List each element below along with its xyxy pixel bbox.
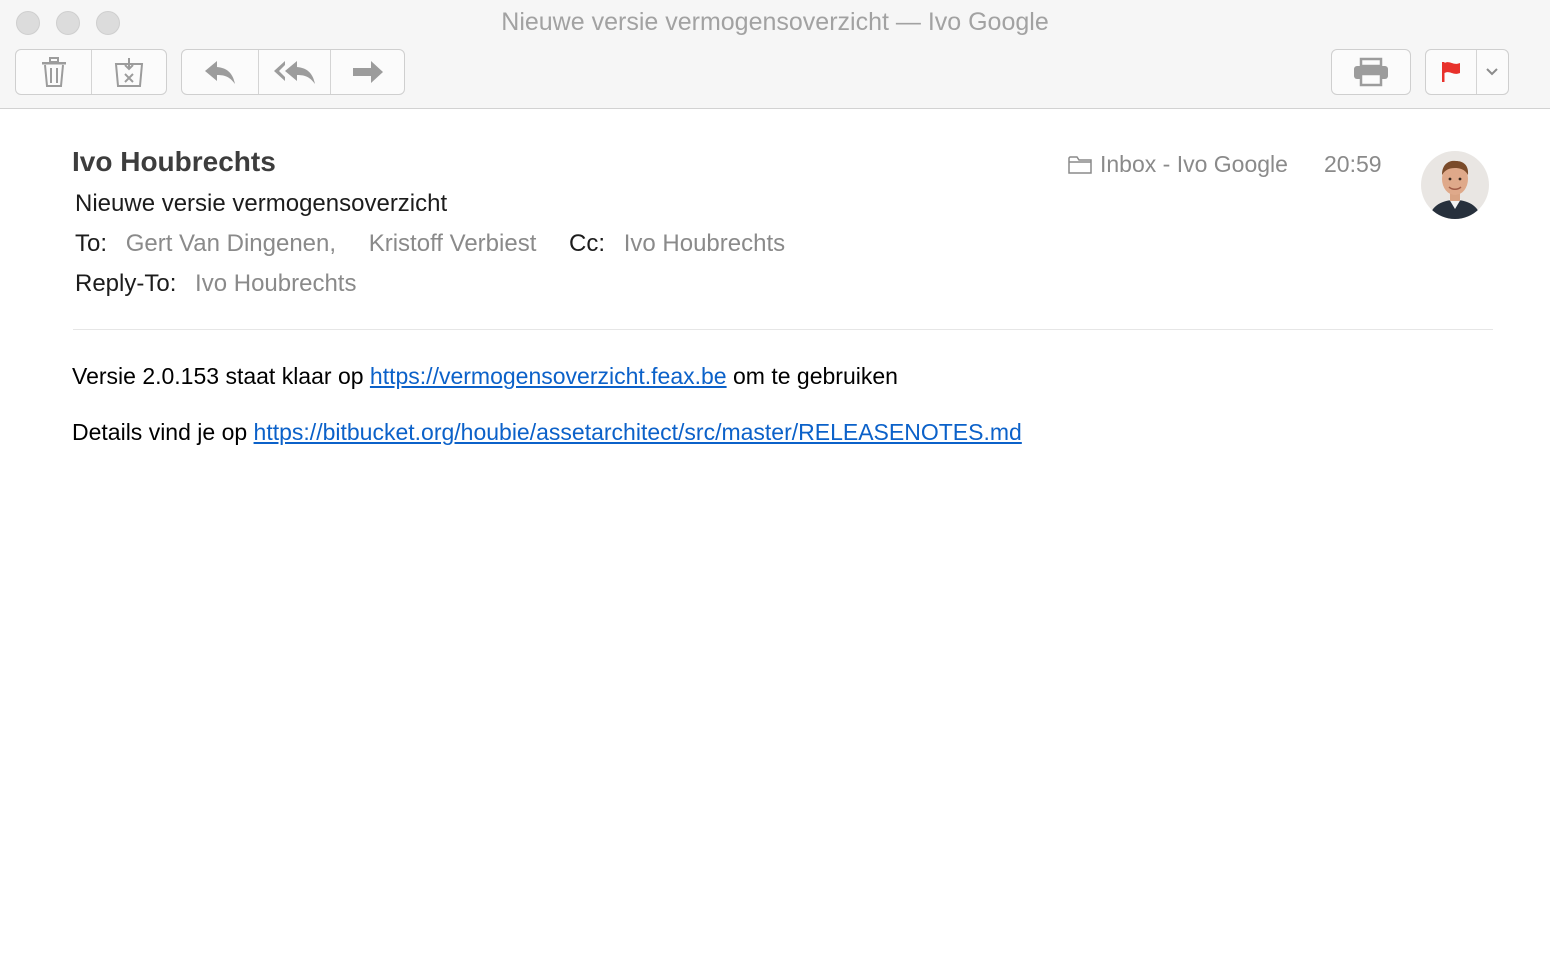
- reply-to-row: Reply-To: Ivo Houbrechts: [75, 270, 356, 298]
- recipients-row: To: Gert Van Dingenen, Kristoff Verbiest…: [75, 230, 785, 258]
- to-label: To:: [75, 230, 108, 257]
- sender-name[interactable]: Ivo Houbrechts: [72, 146, 276, 178]
- junk-button[interactable]: [92, 50, 166, 94]
- reply-button[interactable]: [182, 50, 259, 94]
- trash-icon: [41, 57, 66, 87]
- folder-icon: [1068, 156, 1092, 174]
- window-title: Nieuwe versie vermogensoverzicht — Ivo G…: [501, 8, 1049, 36]
- mailbox-indicator[interactable]: Inbox - Ivo Google: [1068, 151, 1288, 178]
- body-text: Details vind je op: [72, 419, 254, 445]
- reply-to-label: Reply-To:: [75, 270, 177, 297]
- header-divider: [73, 329, 1493, 330]
- delete-junk-group: [15, 49, 167, 95]
- reply-group: [181, 49, 405, 95]
- release-notes-link[interactable]: https://bitbucket.org/houbie/assetarchit…: [254, 419, 1022, 445]
- message-subject: Nieuwe versie vermogensoverzicht: [75, 190, 448, 217]
- to-recipient[interactable]: Gert Van Dingenen,: [126, 230, 336, 257]
- flag-icon: [1441, 62, 1460, 82]
- to-recipient[interactable]: Kristoff Verbiest: [369, 230, 537, 257]
- flag-menu-button[interactable]: [1477, 50, 1508, 94]
- reply-all-button[interactable]: [259, 50, 331, 94]
- forward-icon: [352, 61, 383, 83]
- cc-recipient[interactable]: Ivo Houbrechts: [624, 230, 785, 257]
- app-link[interactable]: https://vermogensoverzicht.feax.be: [370, 363, 727, 389]
- body-line-version: Versie 2.0.153 staat klaar op https://ve…: [72, 363, 898, 390]
- flag-group: [1425, 49, 1509, 95]
- reply-all-icon: [273, 61, 315, 84]
- mailbox-name: Inbox - Ivo Google: [1100, 151, 1288, 177]
- body-text: Versie 2.0.153 staat klaar op: [72, 363, 370, 389]
- reply-icon: [205, 61, 235, 84]
- cc-label: Cc:: [569, 230, 606, 257]
- body-text: om te gebruiken: [726, 363, 898, 389]
- body-line-details: Details vind je op https://bitbucket.org…: [72, 419, 1022, 446]
- print-button[interactable]: [1332, 50, 1410, 94]
- window-titlebar: Nieuwe versie vermogensoverzicht — Ivo G…: [0, 0, 1550, 109]
- reply-to-address[interactable]: Ivo Houbrechts: [195, 270, 356, 297]
- flag-button[interactable]: [1426, 50, 1477, 94]
- delete-button[interactable]: [16, 50, 92, 94]
- message-time: 20:59: [1324, 151, 1382, 177]
- print-icon: [1354, 57, 1388, 87]
- chevron-down-icon: [1486, 68, 1499, 76]
- sender-avatar-image: [1421, 151, 1489, 219]
- forward-button[interactable]: [331, 50, 404, 94]
- junk-icon: [114, 58, 144, 87]
- print-group: [1331, 49, 1411, 95]
- avatar: [1421, 151, 1489, 219]
